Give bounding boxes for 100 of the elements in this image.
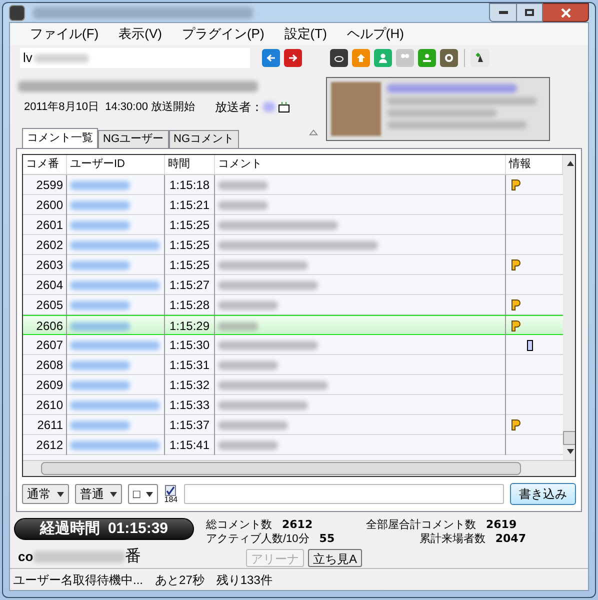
premium-icon (511, 320, 521, 332)
url-field[interactable]: lv (20, 48, 250, 68)
table-cell: 2609 (23, 375, 67, 395)
menu-item[interactable]: ヘルプ(H) (346, 24, 404, 44)
connect-icon[interactable] (262, 49, 280, 67)
table-row[interactable]: 2602 1:15:25 (23, 235, 563, 255)
premium-icon (511, 419, 521, 431)
table-cell: 1:15:21 (165, 195, 215, 215)
tab[interactable]: コメント一覧 (22, 128, 98, 148)
table-row[interactable]: 2604 1:15:27 (23, 275, 563, 295)
settings-icon[interactable] (440, 49, 458, 67)
scrollbar-thumb[interactable] (41, 462, 521, 475)
program-card[interactable] (326, 77, 550, 141)
table-row[interactable]: 2612 1:15:41 (23, 435, 563, 455)
comment-text (218, 180, 268, 190)
caret-icon (57, 492, 64, 496)
premium-icon (511, 179, 521, 191)
table-row[interactable]: 2603 1:15:25 (23, 255, 563, 275)
table-cell: 2606 (23, 316, 67, 336)
table-row[interactable]: 2610 1:15:33 (23, 395, 563, 415)
scroll-up-icon (566, 161, 574, 166)
table-cell: 1:15:25 (165, 255, 215, 275)
maximize-button[interactable] (517, 3, 543, 22)
table-cell: 1:15:29 (165, 316, 215, 336)
table-row[interactable]: 2606 1:15:29 (23, 315, 563, 335)
table-cell: 2608 (23, 355, 67, 375)
voice-on-icon[interactable] (418, 49, 436, 67)
caret-icon (146, 492, 154, 496)
table-cell: 2610 (23, 395, 67, 415)
column-header[interactable]: ユーザーID (67, 155, 165, 174)
status-text: 残り133件 (216, 572, 272, 588)
premium-icon (511, 299, 521, 311)
column-header[interactable]: コメント (215, 155, 506, 174)
table-row[interactable]: 2601 1:15:25 (23, 215, 563, 235)
table-cell: 2604 (23, 275, 67, 295)
user-id (70, 380, 130, 390)
caret-icon (110, 492, 117, 496)
community-suffix: 番 (125, 546, 142, 567)
tab[interactable]: NGコメント (168, 130, 239, 148)
premium-icon (511, 259, 521, 271)
user-icon[interactable] (374, 49, 392, 67)
mobile-phone-icon (527, 340, 533, 350)
comment-text (218, 360, 278, 370)
table-row[interactable]: 2609 1:15:32 (23, 375, 563, 395)
dropdown[interactable]: 普通 (75, 484, 122, 504)
collapse-icon[interactable] (309, 129, 318, 136)
table-row[interactable]: 2607 1:15:30 (23, 335, 563, 355)
menu-item[interactable]: プラグイン(P) (182, 24, 264, 44)
table-cell: 1:15:27 (165, 275, 215, 295)
column-header[interactable]: コメ番 (23, 155, 67, 174)
user-id (70, 180, 130, 190)
table-row[interactable]: 2600 1:15:21 (23, 195, 563, 215)
user-id (70, 220, 130, 230)
user-id (70, 300, 130, 310)
table-cell: 1:15:30 (165, 335, 215, 355)
tab[interactable]: NGユーザー (98, 130, 168, 148)
menu-item[interactable]: ファイル(F) (30, 24, 99, 44)
anonymous-checkbox[interactable]: 184 (164, 484, 178, 504)
disconnect-icon[interactable] (284, 49, 302, 67)
comment-text (218, 300, 278, 310)
close-button[interactable] (543, 3, 589, 22)
table-cell: 1:15:31 (165, 355, 215, 375)
seat-button[interactable]: 立ち見A (308, 549, 362, 567)
dropdown[interactable]: □ (128, 484, 158, 504)
scrollbar-thumb[interactable] (563, 431, 575, 445)
comment-text (218, 200, 268, 210)
table-cell: 1:15:33 (165, 395, 215, 415)
table-row[interactable]: 2599 1:15:18 (23, 175, 563, 195)
table-row[interactable]: 2611 1:15:37 (23, 415, 563, 435)
stat-text: 全部屋合計コメント数 2619 (366, 518, 518, 532)
table-cell: 2603 (23, 255, 67, 275)
scroll-down-icon (566, 449, 574, 454)
minimize-button[interactable] (489, 3, 517, 22)
caster-label: 放送者： (215, 99, 263, 116)
close-icon (560, 8, 570, 18)
status-text: ユーザー名取得待機中... (13, 572, 144, 588)
users-icon[interactable] (396, 49, 414, 67)
community-prefix: co (18, 548, 34, 566)
submit-button[interactable]: 書き込み (510, 483, 576, 505)
table-cell: 1:15:41 (165, 435, 215, 455)
stat-text: 累計来場者数 2047 (418, 532, 527, 546)
menu-item[interactable]: 表示(V) (118, 24, 162, 44)
user-id (70, 322, 130, 330)
horizontal-scrollbar[interactable] (23, 460, 575, 476)
checkmark-icon (166, 486, 176, 494)
table-cell: 2611 (23, 415, 67, 435)
table-cell: 1:15:18 (165, 175, 215, 195)
status-text: あと27秒 (155, 572, 204, 588)
comment-text (218, 322, 258, 330)
table-cell: 2602 (23, 235, 67, 255)
stat-text: アクティブ人数/10分 55 (206, 532, 336, 546)
dropdown[interactable]: 通常 (22, 484, 69, 504)
column-header[interactable]: 時間 (165, 155, 215, 174)
comment-text (218, 420, 288, 430)
comment-input[interactable] (184, 484, 504, 504)
vertical-scrollbar[interactable] (563, 155, 575, 460)
table-row[interactable]: 2608 1:15:31 (23, 355, 563, 375)
table-cell: 2600 (23, 195, 67, 215)
menu-item[interactable]: 設定(T) (284, 24, 327, 44)
redacted-text (34, 54, 90, 62)
